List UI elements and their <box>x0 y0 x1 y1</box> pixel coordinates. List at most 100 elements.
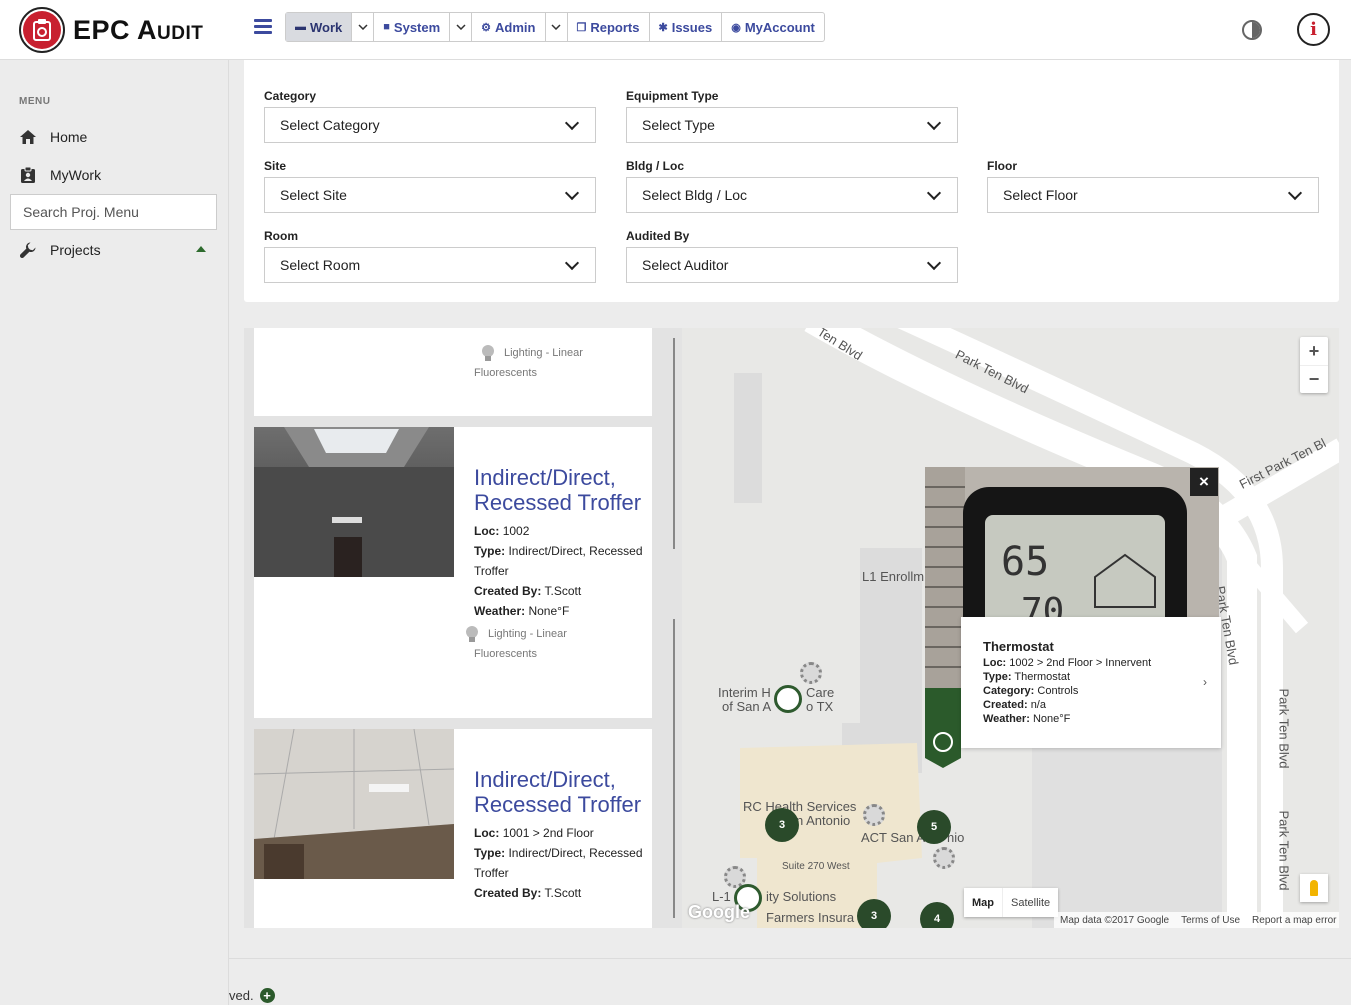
sidebar-item-home[interactable]: Home <box>19 125 214 149</box>
audited-by-select-value: Select Auditor <box>642 257 729 273</box>
link-icon[interactable] <box>933 732 953 752</box>
zoom-in-button[interactable]: + <box>1300 337 1328 365</box>
nav-work[interactable]: ▬ Work <box>286 13 353 41</box>
chevron-right-icon[interactable]: › <box>1203 675 1207 689</box>
bldg-loc-select[interactable]: Select Bldg / Loc <box>626 177 958 213</box>
caret-up-icon[interactable] <box>196 246 206 252</box>
map-place-label: Interim H <box>718 685 771 700</box>
card-photo <box>254 427 454 577</box>
map-type-satellite-button[interactable]: Satellite <box>1002 888 1058 917</box>
nav-work-label: Work <box>310 19 343 35</box>
map-cluster[interactable]: 5 <box>917 810 951 844</box>
brand-logo[interactable]: EPC Audit <box>19 5 203 55</box>
nav-system[interactable]: ■ System <box>374 13 451 41</box>
nav-admin[interactable]: ⚙ Admin <box>472 13 546 41</box>
map-data-text: Map data ©2017 Google <box>1060 914 1170 926</box>
chevron-down-icon <box>926 185 942 201</box>
nav-admin-dropdown[interactable] <box>546 13 568 41</box>
map-zoom-control: + − <box>1300 337 1328 393</box>
map-pin[interactable] <box>933 847 955 869</box>
bldg-loc-select-value: Select Bldg / Loc <box>642 187 748 203</box>
map-type-map-button[interactable]: Map <box>964 888 1002 917</box>
nav-system-dropdown[interactable] <box>450 13 473 41</box>
card-category-sub: Fluorescents <box>474 648 537 660</box>
audited-by-filter: Audited By Select Auditor <box>626 229 958 283</box>
terms-link[interactable]: Terms of Use <box>1175 915 1246 926</box>
popup-weather: Weather: None°F <box>983 713 1071 725</box>
popup-close-button[interactable]: × <box>1190 468 1218 496</box>
equipment-type-select-value: Select Type <box>642 117 715 133</box>
svg-text:65: 65 <box>1001 539 1049 585</box>
category-select-value: Select Category <box>280 117 380 133</box>
nav-issues-label: Issues <box>671 19 713 35</box>
bug-icon: ✱ <box>658 21 668 34</box>
chevron-down-icon <box>1287 185 1303 201</box>
equipment-type-select[interactable]: Select Type <box>626 107 958 143</box>
bldg-loc-filter: Bldg / Loc Select Bldg / Loc <box>626 159 958 213</box>
list-item[interactable]: Indirect/Direct, Recessed Troffer Loc: 1… <box>254 729 652 928</box>
report-map-error-link[interactable]: Report a map error <box>1246 915 1339 926</box>
list-scrollbar[interactable] <box>673 338 675 918</box>
logo-badge-icon <box>19 7 65 53</box>
chevron-down-icon <box>564 185 580 201</box>
sidebar-item-projects[interactable]: Projects <box>19 238 214 262</box>
equipment-map[interactable]: Ten Blvd Park Ten Blvd First Park Ten Bl… <box>682 328 1339 928</box>
nav-myaccount[interactable]: ◉ MyAccount <box>722 13 824 41</box>
list-item[interactable]: Indirect/Direct, Recessed Troffer Loc: 1… <box>254 427 652 718</box>
category-select[interactable]: Select Category <box>264 107 596 143</box>
popup-title: Thermostat <box>983 639 1054 654</box>
nav-reports[interactable]: ❐ Reports <box>568 13 650 41</box>
room-select[interactable]: Select Room <box>264 247 596 283</box>
street-view-pegman-icon[interactable] <box>1300 874 1328 902</box>
site-select[interactable]: Select Site <box>264 177 596 213</box>
card-created-by: Created By: T.Scott <box>474 584 582 598</box>
map-place-label: ACT San A <box>861 830 926 845</box>
nav-admin-label: Admin <box>495 19 536 35</box>
map-place-label: Care <box>806 685 835 700</box>
sidebar-item-mywork[interactable]: MyWork <box>19 163 214 187</box>
list-item[interactable]: Lighting - Linear Fluorescents <box>254 328 652 416</box>
bldg-loc-label: Bldg / Loc <box>626 159 684 173</box>
floor-select[interactable]: Select Floor <box>987 177 1319 213</box>
folder-icon: ▬ <box>295 21 306 33</box>
popup-loc: Loc: 1002 > 2nd Floor > Innervent <box>983 657 1152 669</box>
equipment-type-filter: Equipment Type Select Type <box>626 89 958 143</box>
equipment-popup: 65 70 Thermostat Loc: 1002 > 2nd Floor >… <box>925 467 1221 768</box>
map-marker[interactable] <box>774 685 802 713</box>
site-filter: Site Select Site <box>264 159 596 213</box>
audited-by-select[interactable]: Select Auditor <box>626 247 958 283</box>
card-title[interactable]: Indirect/Direct, Recessed Troffer <box>474 465 644 515</box>
card-weather: Weather: None°F <box>474 604 570 618</box>
map-pin[interactable] <box>863 804 885 826</box>
map-place-label: ity Solutions <box>766 889 837 904</box>
map-place-label: Farmers Insura <box>766 910 855 925</box>
google-logo: Google <box>688 902 750 922</box>
nav-work-dropdown[interactable] <box>352 13 375 41</box>
map-cluster[interactable]: 3 <box>765 808 799 842</box>
clipboard-user-icon <box>19 166 37 184</box>
popup-accent <box>925 688 961 768</box>
map-place-label: o TX <box>806 699 834 714</box>
plus-circle-icon[interactable]: + <box>259 988 275 1003</box>
nav-issues[interactable]: ✱ Issues <box>650 13 723 41</box>
equipment-list[interactable]: Lighting - Linear Fluorescents Indirect/… <box>244 328 682 928</box>
card-category-sub: Fluorescents <box>474 367 537 379</box>
zoom-out-button[interactable]: − <box>1300 365 1328 393</box>
info-icon[interactable]: i <box>1297 13 1330 46</box>
theme-toggle-icon[interactable] <box>1242 20 1262 40</box>
popup-info[interactable]: Thermostat Loc: 1002 > 2nd Floor > Inner… <box>961 617 1221 748</box>
hamburger-menu-icon[interactable] <box>254 19 272 35</box>
user-circle-icon: ◉ <box>731 21 741 34</box>
card-title[interactable]: Indirect/Direct, Recessed Troffer <box>474 767 644 817</box>
lock-icon: ■ <box>383 21 390 33</box>
map-cluster[interactable]: 3 <box>857 899 891 928</box>
nav-myaccount-label: MyAccount <box>744 19 815 35</box>
map-pin[interactable] <box>800 662 822 684</box>
results-panel: Lighting - Linear Fluorescents Indirect/… <box>244 328 1339 928</box>
popup-category: Category: Controls <box>983 685 1079 697</box>
map-place-label: n Antonio <box>796 813 851 828</box>
footer-divider <box>229 958 1351 959</box>
map-cluster[interactable]: 4 <box>920 902 954 928</box>
map-street-label: Park Ten Blvd <box>1276 810 1292 891</box>
project-search-input[interactable] <box>10 194 217 230</box>
